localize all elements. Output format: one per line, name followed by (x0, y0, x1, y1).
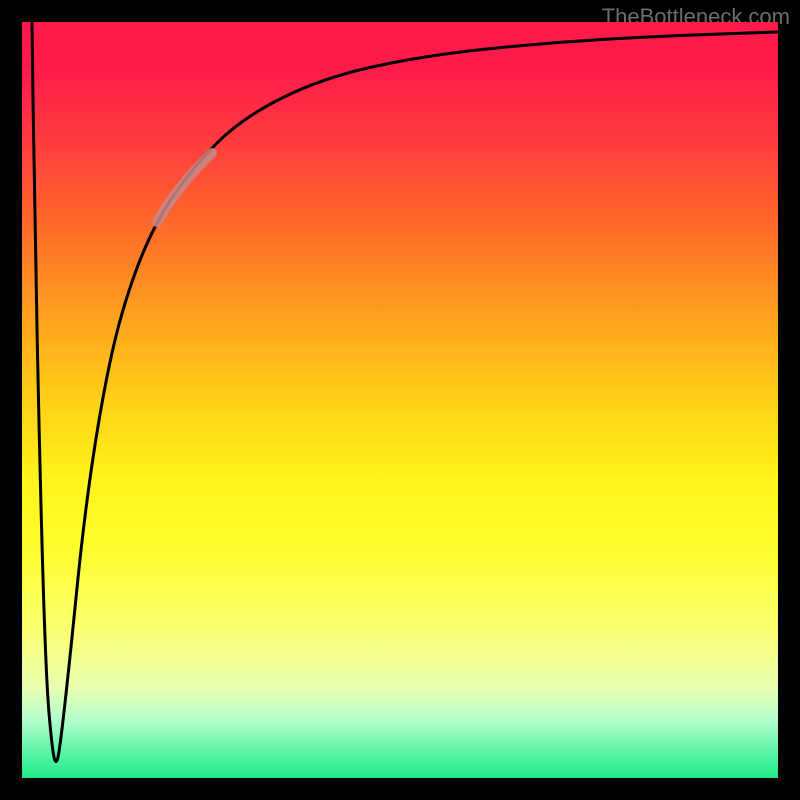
plot-area (22, 22, 778, 778)
curve-layer (22, 22, 778, 778)
chart-container: TheBottleneck.com (0, 0, 800, 800)
bottleneck-curve (32, 22, 778, 762)
highlight-segment (157, 153, 212, 222)
